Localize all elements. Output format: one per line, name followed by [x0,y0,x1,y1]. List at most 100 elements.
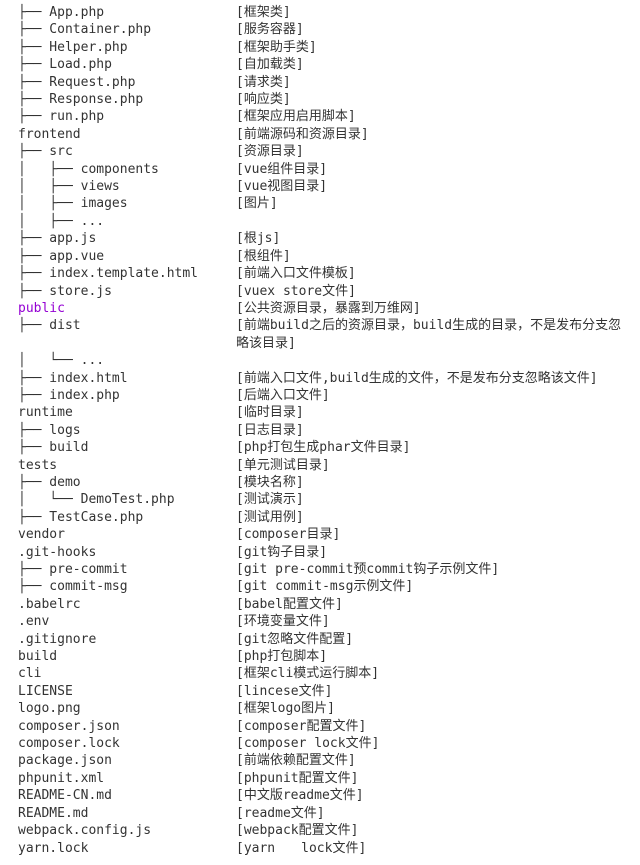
tree-left: ├── pre-commit [0,561,236,578]
tree-row: ├── commit-msg[git commit-msg示例文件] [0,578,640,595]
tree-right: [lincese文件] [236,683,640,700]
tree-left: composer.json [0,718,236,735]
tree-row: ├── Load.php[自加载类] [0,56,640,73]
tree-left: │ ├── views [0,178,236,195]
tree-right: [框架助手类] [236,39,640,56]
tree-left: ├── Container.php [0,21,236,38]
tree-left: vendor [0,526,236,543]
tree-row: ├── run.php[框架应用启用脚本] [0,108,640,125]
tree-right: [前端build之后的资源目录，build生成的目录，不是发布分支忽略该目录] [236,317,640,352]
tree-row: ├── src[资源目录] [0,143,640,160]
tree-left: .babelrc [0,596,236,613]
tree-row: README-CN.md[中文版readme文件] [0,787,640,804]
tree-row: ├── store.js[vuex store文件] [0,283,640,300]
tree-left: ├── TestCase.php [0,509,236,526]
tree-left: runtime [0,404,236,421]
tree-row: .gitignore[git忽略文件配置] [0,631,640,648]
tree-left: ├── store.js [0,283,236,300]
tree-right: [框架应用启用脚本] [236,108,640,125]
tree-right: [响应类] [236,91,640,108]
tree-row: ├── build[php打包生成phar文件目录] [0,439,640,456]
tree-right: [git commit-msg示例文件] [236,578,640,595]
tree-row: │ ├── views[vue视图目录] [0,178,640,195]
tree-left: ├── index.html [0,370,236,387]
tree-right: [根js] [236,230,640,247]
tree-right: [模块名称] [236,474,640,491]
tree-left: ├── run.php [0,108,236,125]
tree-left: cli [0,665,236,682]
tree-left: build [0,648,236,665]
tree-row: logo.png[框架logo图片] [0,700,640,717]
tree-right: [测试演示] [236,491,640,508]
tree-left: ├── Helper.php [0,39,236,56]
tree-right: [git pre-commit预commit钩子示例文件] [236,561,640,578]
tree-left: composer.lock [0,735,236,752]
tree-right: [前端入口文件,build生成的文件，不是发布分支忽略该文件] [236,370,640,387]
tree-row: │ ├── ... [0,213,640,230]
tree-row: │ └── ... [0,352,640,369]
tree-row: │ ├── components[vue组件目录] [0,161,640,178]
tree-right: [composer lock文件] [236,735,640,752]
tree-left: ├── app.js [0,230,236,247]
tree-left: phpunit.xml [0,770,236,787]
tree-row: ├── index.html[前端入口文件,build生成的文件，不是发布分支忽… [0,370,640,387]
tree-right: [babel配置文件] [236,596,640,613]
tree-row: README.md[readme文件] [0,805,640,822]
tree-left: ├── build [0,439,236,456]
tree-right: [php打包生成phar文件目录] [236,439,640,456]
tree-row: public[公共资源目录，暴露到万维网] [0,300,640,317]
tree-left: │ ├── ... [0,213,236,230]
tree-right: [临时目录] [236,404,640,421]
tree-right: [composer配置文件] [236,718,640,735]
tree-row: ├── index.template.html[前端入口文件模板] [0,265,640,282]
tree-row: .git-hooks[git钩子目录] [0,544,640,561]
tree-left: ├── app.vue [0,248,236,265]
tree-row: ├── App.php[框架类] [0,4,640,21]
tree-row: package.json[前端依赖配置文件] [0,752,640,769]
tree-right: [yarn lock文件] [236,840,640,857]
tree-left: tests [0,457,236,474]
tree-left: package.json [0,752,236,769]
tree-row: ├── app.js[根js] [0,230,640,247]
file-tree: ├── App.php[框架类]├── Container.php[服务容器]├… [0,4,640,857]
tree-right: [框架cli模式运行脚本] [236,665,640,682]
tree-right: [自加载类] [236,56,640,73]
tree-left: │ ├── components [0,161,236,178]
tree-row: ├── logs[日志目录] [0,422,640,439]
tree-row: runtime[临时目录] [0,404,640,421]
tree-right: [前端依赖配置文件] [236,752,640,769]
tree-left: ├── Response.php [0,91,236,108]
tree-right: [中文版readme文件] [236,787,640,804]
tree-row: cli[框架cli模式运行脚本] [0,665,640,682]
tree-row: ├── Helper.php[框架助手类] [0,39,640,56]
tree-left: ├── Load.php [0,56,236,73]
tree-row: composer.json[composer配置文件] [0,718,640,735]
tree-row: phpunit.xml[phpunit配置文件] [0,770,640,787]
tree-row: webpack.config.js[webpack配置文件] [0,822,640,839]
tree-right: [环境变量文件] [236,613,640,630]
tree-left: ├── index.php [0,387,236,404]
tree-left: .gitignore [0,631,236,648]
tree-right: [公共资源目录，暴露到万维网] [236,300,640,317]
tree-row: ├── TestCase.php[测试用例] [0,509,640,526]
tree-right: [vue视图目录] [236,178,640,195]
tree-row: .env[环境变量文件] [0,613,640,630]
tree-right: [phpunit配置文件] [236,770,640,787]
tree-row: ├── Container.php[服务容器] [0,21,640,38]
tree-left: .env [0,613,236,630]
tree-left: ├── index.template.html [0,265,236,282]
tree-left: README.md [0,805,236,822]
tree-row: vendor[composer目录] [0,526,640,543]
tree-left: │ └── ... [0,352,236,369]
tree-right: [前端入口文件模板] [236,265,640,282]
tree-row: ├── Response.php[响应类] [0,91,640,108]
tree-left: webpack.config.js [0,822,236,839]
tree-row: LICENSE[lincese文件] [0,683,640,700]
tree-right: [根组件] [236,248,640,265]
tree-right: [日志目录] [236,422,640,439]
tree-right: [单元测试目录] [236,457,640,474]
tree-right: [资源目录] [236,143,640,160]
tree-row: ├── Request.php[请求类] [0,74,640,91]
tree-left: README-CN.md [0,787,236,804]
tree-row: yarn.lock[yarn lock文件] [0,840,640,857]
